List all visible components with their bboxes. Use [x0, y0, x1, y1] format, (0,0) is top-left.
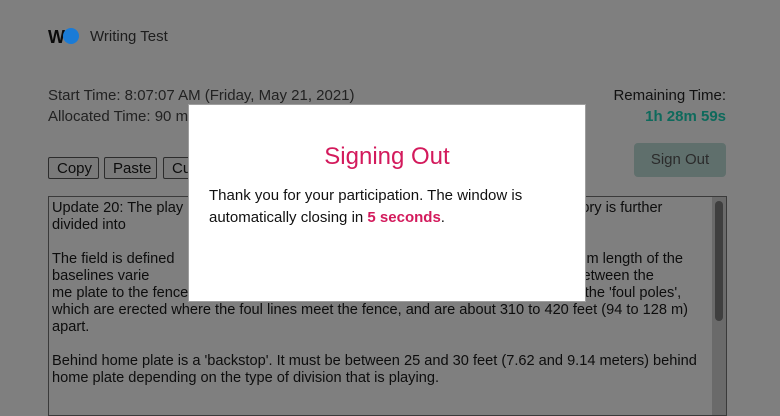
- start-time: Start Time: 8:07:07 AM (Friday, May 21, …: [48, 87, 355, 104]
- sign-out-button[interactable]: Sign Out: [634, 143, 726, 177]
- remaining-time-label: Remaining Time:: [613, 87, 726, 104]
- remaining-time-value: 1h 28m 59s: [645, 108, 726, 125]
- dialog-title: Signing Out: [324, 143, 450, 170]
- logo-letter: W: [48, 27, 65, 47]
- editor-scrollbar[interactable]: [712, 197, 726, 415]
- paste-button[interactable]: Paste: [104, 157, 157, 179]
- countdown-value: 5 seconds: [367, 209, 441, 226]
- scrollbar-thumb[interactable]: [715, 201, 723, 321]
- logo-dot-icon: [63, 28, 79, 44]
- dialog-message-text: Thank you for your participation. The wi…: [209, 187, 523, 226]
- dialog-message: Thank you for your participation. The wi…: [209, 185, 569, 229]
- copy-button[interactable]: Copy: [48, 157, 99, 179]
- signing-out-dialog: Signing Out Thank you for your participa…: [188, 104, 586, 302]
- writing-test-page: W Writing Test Start Time: 8:07:07 AM (F…: [0, 0, 780, 416]
- allocated-time: Allocated Time: 90 m: [48, 108, 189, 125]
- app-logo: W: [48, 27, 82, 47]
- dialog-message-end: .: [440, 209, 445, 226]
- app-title: Writing Test: [90, 28, 168, 45]
- editor-paragraph: Behind home plate is a 'backstop'. It mu…: [52, 353, 697, 386]
